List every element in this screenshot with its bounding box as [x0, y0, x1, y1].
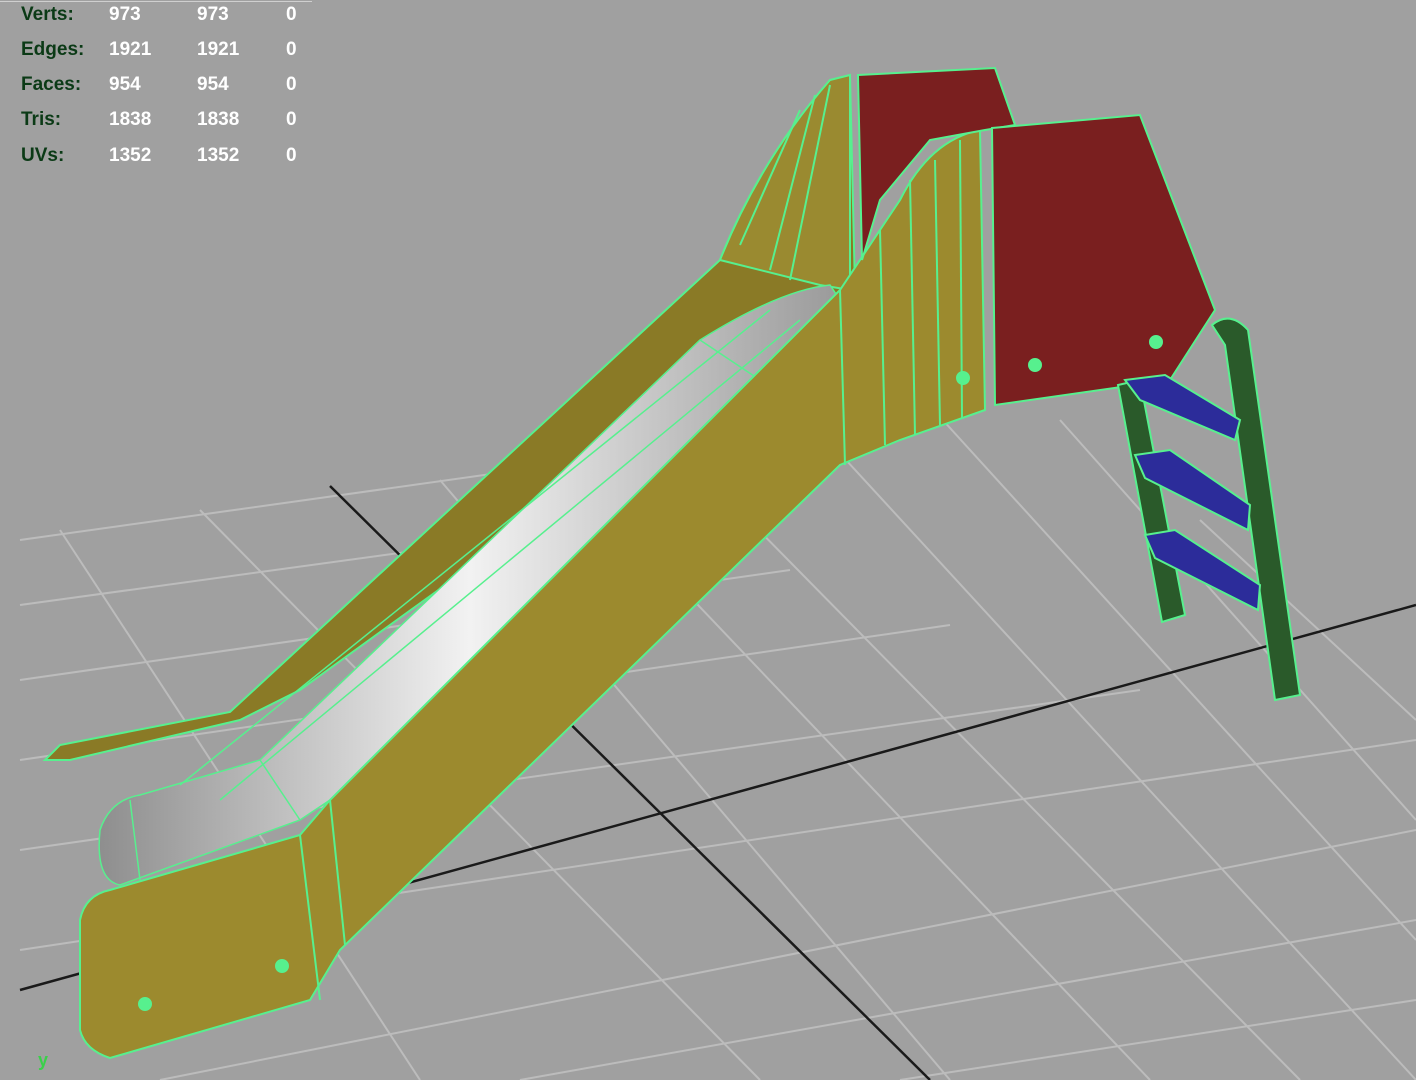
hud-value: 0	[286, 4, 297, 25]
poly-count-hud: Verts: 973 973 0 Edges: 1921 1921 0 Face…	[0, 0, 312, 176]
hud-value: 0	[286, 109, 297, 130]
bolt-icon	[275, 959, 289, 973]
bolt-icon	[138, 997, 152, 1011]
hud-label: Edges:	[21, 39, 85, 60]
bolt-icon	[1028, 358, 1042, 372]
hud-row-verts: Verts: 973 973 0	[0, 4, 312, 32]
hud-value: 1838	[197, 109, 240, 130]
hud-row-tris: Tris: 1838 1838 0	[0, 109, 312, 137]
hud-value: 1921	[109, 39, 152, 60]
hud-label: Faces:	[21, 74, 82, 95]
hud-row-uvs: UVs: 1352 1352 0	[0, 145, 312, 173]
bolt-icon	[956, 371, 970, 385]
hud-value: 954	[197, 74, 229, 95]
hud-row-edges: Edges: 1921 1921 0	[0, 39, 312, 67]
hud-label: Tris:	[21, 109, 62, 130]
hud-value: 1921	[197, 39, 240, 60]
hud-value: 973	[109, 4, 141, 25]
hud-label: Verts:	[21, 4, 74, 25]
front-panel	[990, 113, 1217, 407]
hud-row-faces: Faces: 954 954 0	[0, 74, 312, 102]
hud-value: 1838	[109, 109, 152, 130]
hud-value: 1352	[197, 145, 240, 166]
hud-value: 0	[286, 39, 297, 60]
hud-value: 954	[109, 74, 141, 95]
hud-value: 973	[197, 4, 229, 25]
hud-border	[0, 1, 312, 2]
view-axis-label: y	[38, 1050, 49, 1070]
hud-value: 1352	[109, 145, 152, 166]
hud-value: 0	[286, 145, 297, 166]
hud-label: UVs:	[21, 145, 65, 166]
hud-value: 0	[286, 74, 297, 95]
bolt-icon	[1149, 335, 1163, 349]
